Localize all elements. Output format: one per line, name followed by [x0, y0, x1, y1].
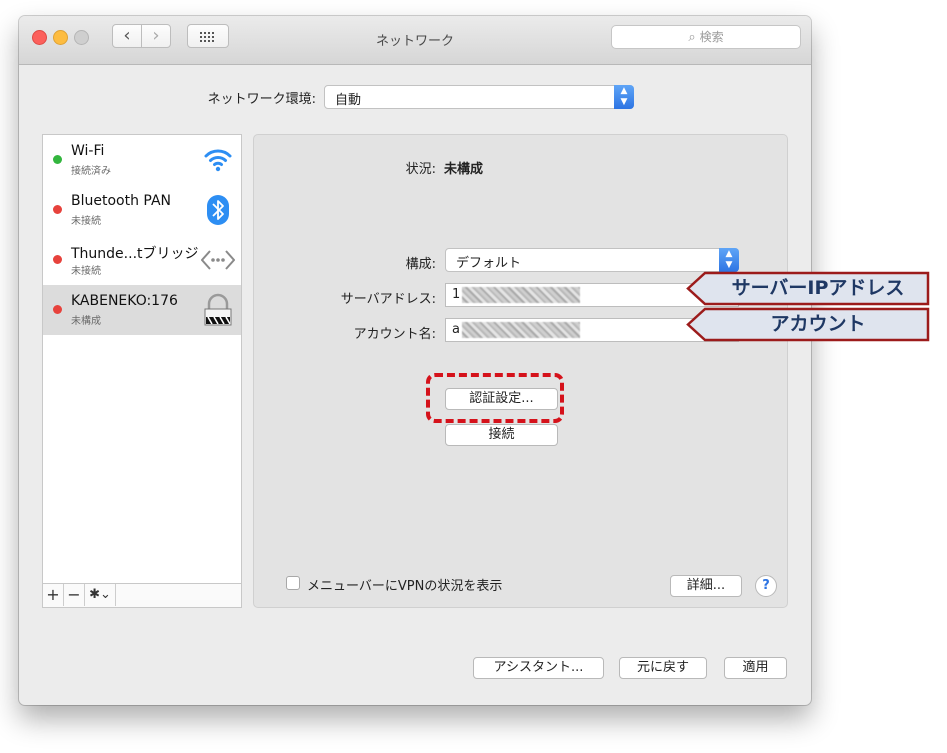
location-select[interactable]: 自動 ▲ ▼: [324, 85, 634, 109]
show-vpn-status-checkbox[interactable]: [286, 576, 300, 590]
updown-chevron-icon: ▲ ▼: [614, 85, 634, 109]
server-ip-callout: サーバーIPアドレス: [686, 271, 930, 306]
connect-button[interactable]: 接続: [445, 424, 558, 446]
help-button[interactable]: ?: [755, 575, 777, 597]
updown-chevron-icon: ▲ ▼: [719, 248, 739, 272]
redacted-text: [461, 321, 580, 338]
highlight-box: [426, 373, 564, 423]
service-status: 接続済み: [71, 166, 111, 177]
service-list[interactable]: Wi-Fi 接続済み Bluetooth PAN 未接続 Thunde...tブ…: [42, 134, 242, 584]
service-name: Wi-Fi: [71, 143, 105, 159]
show-vpn-status-label: メニューバーにVPNの状況を表示: [307, 579, 503, 594]
vpn-lock-icon: [204, 293, 232, 326]
service-item-wifi[interactable]: Wi-Fi 接続済み: [43, 135, 241, 185]
apply-button[interactable]: 適用: [724, 657, 787, 679]
account-name-label: アカウント名:: [353, 327, 436, 342]
server-ip-callout-text: サーバーIPアドレス: [731, 277, 905, 299]
search-icon: ⌕: [688, 30, 696, 45]
status-dot: [53, 205, 62, 214]
status-value: 未構成: [444, 162, 484, 177]
service-name: KABENEKO:176: [71, 293, 178, 309]
add-service-button[interactable]: +: [43, 584, 64, 606]
redacted-text: [462, 286, 581, 303]
search-input[interactable]: ⌕ 検索: [611, 25, 801, 49]
account-callout: アカウント: [686, 307, 930, 342]
service-item-bluetooth-pan[interactable]: Bluetooth PAN 未接続: [43, 185, 241, 235]
service-status: 未構成: [71, 316, 101, 327]
search-placeholder: 検索: [699, 30, 724, 44]
bluetooth-icon: [207, 195, 229, 225]
status-label: 状況:: [405, 162, 436, 177]
service-status: 未接続: [71, 266, 101, 277]
configuration-value: デフォルト: [456, 256, 522, 271]
revert-button[interactable]: 元に戻す: [619, 657, 707, 679]
assistant-button[interactable]: アシスタント...: [473, 657, 604, 679]
service-name: Bluetooth PAN: [71, 193, 172, 209]
wifi-icon: [204, 149, 232, 172]
network-preferences-window: ‹ › ネットワーク ⌕ 検索 ネットワーク環境: 自動 ▲ ▼ Wi-Fi 接続済…: [19, 16, 811, 705]
status-dot: [53, 305, 62, 314]
service-name: Thunde...tブリッジ: [71, 246, 199, 262]
status-dot: [53, 155, 62, 164]
gear-icon: ✱⌄: [89, 587, 111, 602]
thunderbolt-bridge-icon: [201, 250, 235, 270]
status-dot: [53, 255, 62, 264]
title-bar: ‹ › ネットワーク ⌕ 検索: [19, 16, 811, 65]
server-address-value: 1: [452, 287, 461, 302]
location-label: ネットワーク環境:: [207, 92, 316, 107]
advanced-button[interactable]: 詳細...: [670, 575, 742, 597]
location-value: 自動: [335, 93, 362, 108]
service-list-toolbar: + − ✱⌄: [42, 584, 242, 608]
remove-service-button[interactable]: −: [64, 584, 85, 606]
account-callout-text: アカウント: [770, 313, 866, 335]
server-address-label: サーバアドレス:: [340, 292, 436, 307]
account-name-value: a: [452, 322, 460, 337]
gear-menu-button[interactable]: ✱⌄: [85, 584, 116, 606]
service-status: 未接続: [71, 216, 101, 227]
vpn-detail-panel: 状況: 未構成 構成: デフォルト ▲ ▼ サーバアドレス: 1 アカウント名: …: [253, 134, 788, 608]
configuration-label: 構成:: [405, 257, 436, 272]
service-item-kabeneko[interactable]: KABENEKO:176 未構成: [43, 285, 241, 335]
configuration-select[interactable]: デフォルト ▲ ▼: [445, 248, 739, 272]
service-item-thunderbolt-bridge[interactable]: Thunde...tブリッジ 未接続: [43, 235, 241, 285]
